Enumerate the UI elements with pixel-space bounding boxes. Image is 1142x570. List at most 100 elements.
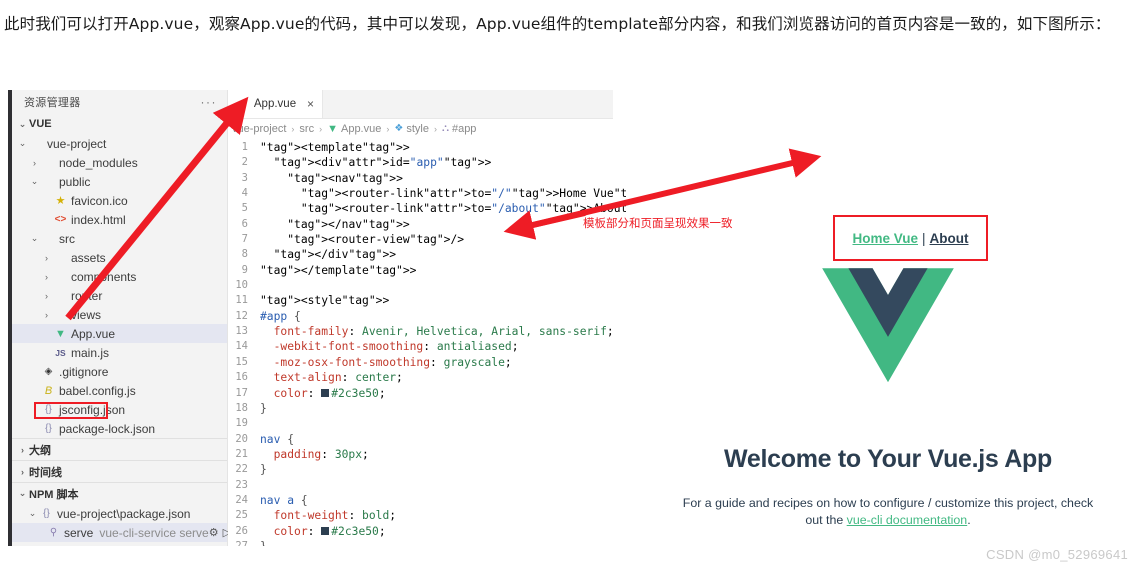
line-number: 1 (241, 141, 248, 153)
home-vue-link[interactable]: Home Vue (852, 231, 918, 246)
explorer-item-jsconfig-json[interactable]: {} jsconfig.json (12, 400, 227, 419)
breadcrumb-item-4[interactable]: #app (452, 123, 476, 135)
npm-script-name: serve (64, 525, 94, 540)
line-number: 27 (235, 539, 248, 546)
line-text: color: #2c3e50; (273, 524, 386, 538)
line-text: #app { (260, 309, 301, 323)
line-number: 9 (241, 263, 248, 276)
explorer-section-0[interactable]: › 大纲 (12, 438, 227, 460)
explorer-item-label: components (71, 269, 137, 284)
explorer-item-main-js[interactable]: JS main.js (12, 343, 227, 362)
intro-paragraph: 此时我们可以打开App.vue，观察App.vue的代码，其中可以发现，App.… (4, 15, 1111, 33)
npm-script-build[interactable]: ⚲buildvue-cli-service build (12, 542, 227, 547)
line-number: 5 (241, 202, 248, 215)
explorer-item-label: babel.config.js (59, 383, 136, 398)
line-text: "tag"><div (273, 156, 342, 170)
line-number: 13 (235, 325, 248, 338)
explorer-item-src[interactable]: ⌄ src (12, 229, 227, 248)
line-number: 15 (235, 355, 248, 368)
vue-icon: ▼ (238, 98, 249, 110)
explorer-item-node-modules[interactable]: › node_modules (12, 153, 227, 172)
explorer-section-2[interactable]: ⌄ NPM 脚本 (12, 482, 227, 504)
line-text: "tag"><template (260, 141, 363, 154)
line-text: font-weight: bold; (273, 509, 397, 523)
explorer-item-label: main.js (71, 345, 110, 360)
explorer-item-label: views (71, 307, 102, 322)
line-number: 12 (235, 309, 248, 322)
chevron-down-icon: ⌄ (30, 233, 39, 243)
explorer-item-components[interactable]: › components (12, 267, 227, 286)
explorer-item-label: favicon.ico (71, 193, 128, 208)
explorer-item-router[interactable]: › router (12, 286, 227, 305)
line-number: 20 (235, 432, 248, 445)
preview-nav: Home Vue | About (852, 231, 968, 246)
style-symbol-icon: ❖ (394, 123, 404, 134)
about-link[interactable]: About (930, 231, 969, 246)
explorer-item-package-lock-json[interactable]: {} package-lock.json (12, 419, 227, 438)
explorer-item-views[interactable]: › views (12, 305, 227, 324)
explorer-item-label: vue-project (47, 136, 107, 151)
line-text: "tag"><router-view (287, 233, 410, 247)
explorer-section-1[interactable]: › 时间线 (12, 460, 227, 482)
chevron-right-icon: › (433, 123, 437, 134)
explorer-item-label: node_modules (59, 155, 138, 170)
line-number: 19 (235, 417, 248, 430)
explorer-header: 资源管理器 ··· (12, 90, 227, 114)
breadcrumb-item-2[interactable]: App.vue (341, 123, 381, 135)
line-number: 10 (235, 279, 248, 292)
watermark: CSDN @m0_52969641 (986, 547, 1128, 562)
tab-app-vue[interactable]: ▼ App.vue × (228, 90, 323, 118)
explorer-root-row[interactable]: ⌄ VUE (12, 114, 227, 134)
breadcrumb-item-1[interactable]: src (299, 123, 314, 135)
line-number: 14 (235, 340, 248, 353)
close-icon[interactable]: × (307, 98, 314, 110)
line-number: 2 (241, 156, 248, 169)
line-text: "tag"><router-link (300, 187, 424, 201)
npm-package-label: vue-project\package.json (57, 506, 191, 521)
breadcrumb-item-0[interactable]: vue-project (232, 123, 286, 135)
description-text-after: . (967, 513, 971, 527)
editor-tab-bar: ▼ App.vue × (228, 90, 613, 119)
html-icon: <> (54, 214, 67, 225)
line-text: nav { (260, 432, 295, 446)
bug-icon[interactable]: ⚙ (209, 527, 223, 539)
npm-script-serve[interactable]: ⚲servevue-cli-service serve⚙▷ (12, 523, 231, 542)
chevron-right-icon: › (45, 309, 48, 320)
explorer-item--gitignore[interactable]: ◈ .gitignore (12, 362, 227, 381)
explorer-item-babel-config-js[interactable]: Bbabel.config.js (12, 381, 227, 400)
line-text: font-family: Avenir, Helvetica, Arial, s… (273, 325, 614, 339)
line-number: 22 (235, 463, 248, 476)
explorer-item-public[interactable]: ⌄ public (12, 172, 227, 191)
line-number: 18 (235, 401, 248, 414)
explorer-item-assets[interactable]: › assets (12, 248, 227, 267)
babel-icon: B (44, 384, 53, 397)
explorer-item-vue-project[interactable]: ⌄ vue-project (12, 134, 227, 153)
vue-cli-documentation-link[interactable]: vue-cli documentation (847, 513, 968, 527)
explorer-item-index-html[interactable]: <> index.html (12, 210, 227, 229)
js-icon: JS (55, 347, 66, 358)
more-actions-icon[interactable]: ··· (201, 95, 218, 109)
line-number: 26 (235, 524, 248, 537)
line-text: "tag"></template (260, 263, 369, 277)
explorer-item-label: assets (71, 250, 106, 265)
explorer-item-app-vue[interactable]: ▼ App.vue (12, 324, 227, 343)
chevron-down-icon: ⌄ (18, 138, 27, 148)
line-number: 4 (241, 187, 248, 200)
breadcrumb[interactable]: vue-project › src › ▼ App.vue › ❖ style … (232, 120, 476, 137)
npm-package-row[interactable]: ⌄ {} vue-project\package.json (12, 504, 227, 523)
line-number: 3 (241, 171, 248, 184)
json-icon: {} (45, 404, 52, 415)
chevron-right-icon: › (319, 123, 323, 134)
chevron-right-icon: › (45, 252, 48, 263)
line-number: 25 (235, 509, 248, 522)
line-number: 21 (235, 447, 248, 460)
breadcrumb-item-3[interactable]: style (406, 123, 429, 135)
explorer-item-favicon-ico[interactable]: ★ favicon.ico (12, 191, 227, 210)
chevron-right-icon: › (291, 123, 295, 134)
file-tree: ⌄ vue-project › node_modules ⌄ public ★ favicon… (12, 134, 227, 438)
star-icon: ★ (55, 195, 66, 207)
npm-script-name: build (64, 545, 89, 547)
line-text: "tag"></nav (287, 217, 363, 231)
chevron-right-icon: › (45, 271, 48, 282)
vue-icon: ▼ (327, 122, 338, 135)
